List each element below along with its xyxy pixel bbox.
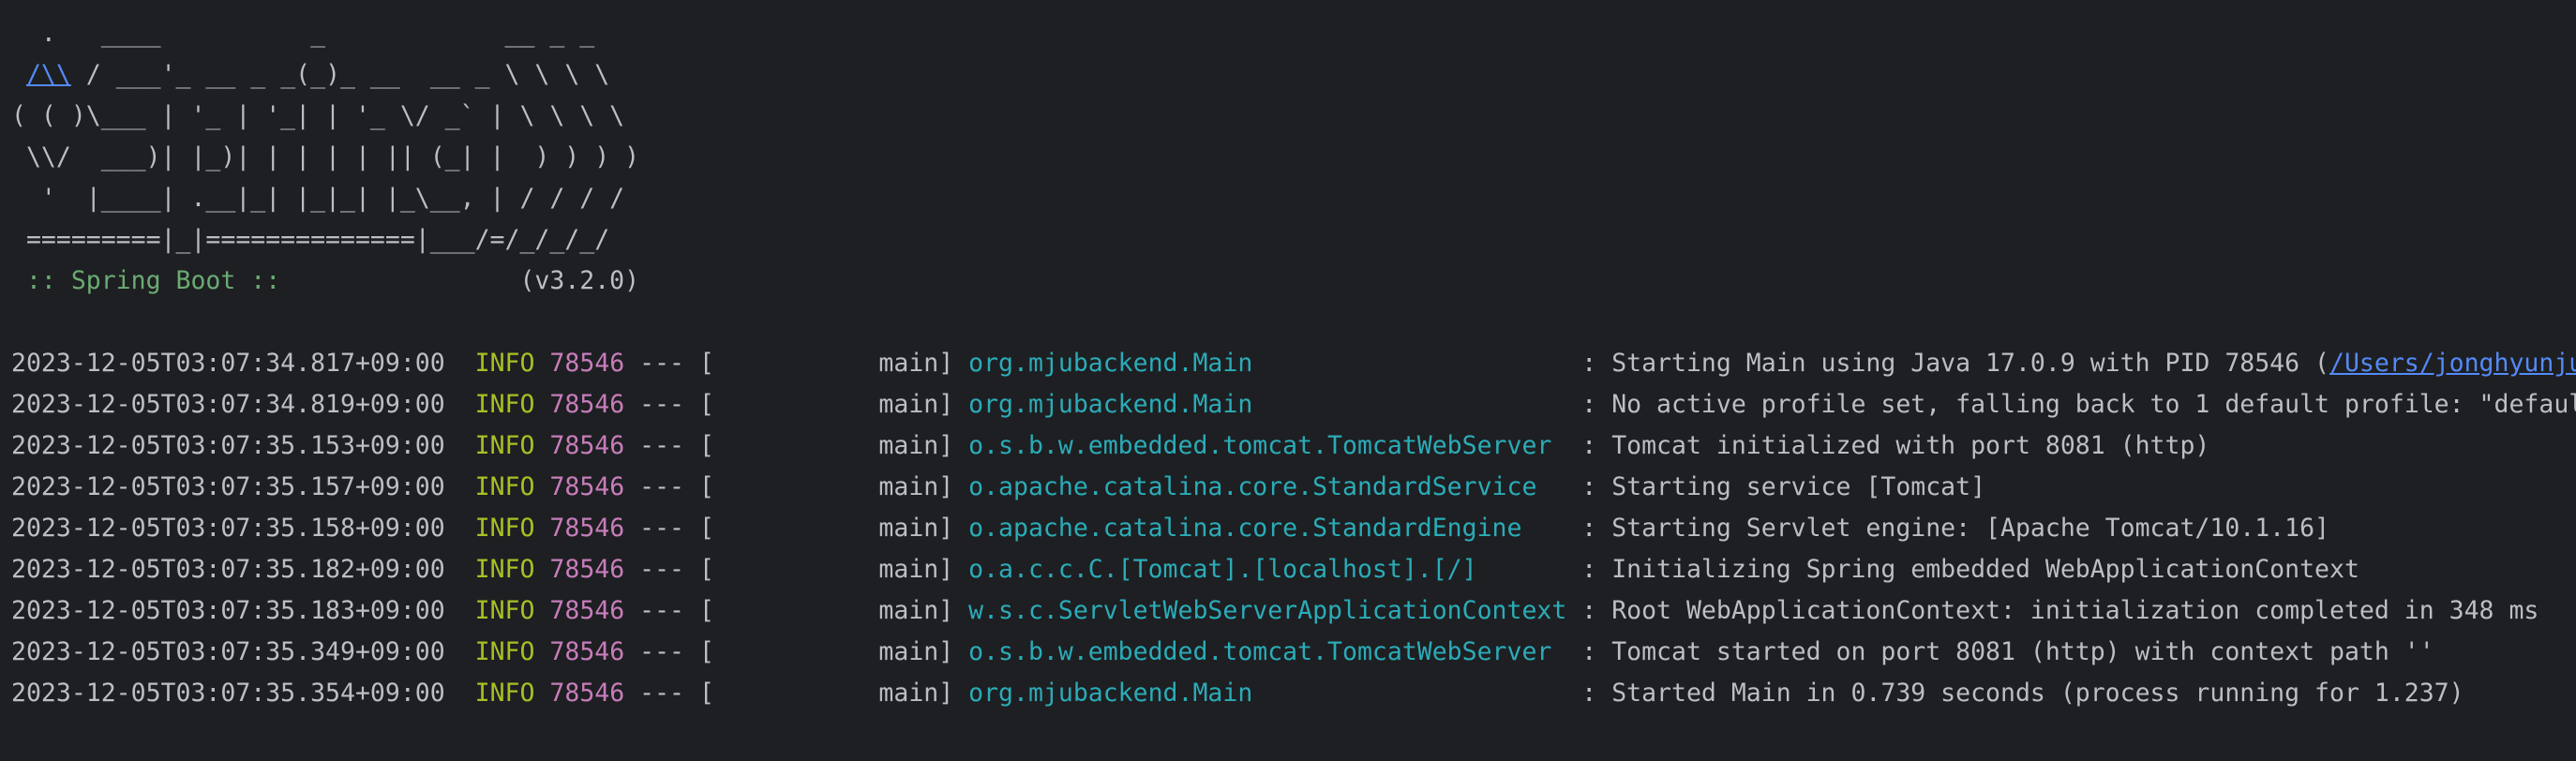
log-message: : Starting Servlet engine: [Apache Tomca… — [1566, 514, 2329, 543]
log-timestamp: 2023-12-05T03:07:34.817+09:00 — [11, 349, 445, 378]
log-timestamp: 2023-12-05T03:07:35.182+09:00 — [11, 555, 445, 584]
banner-line: /\\ / ___'_ __ _ _(_)_ __ __ _ \ \ \ \ — [11, 54, 609, 96]
log-line: 2023-12-05T03:07:35.157+09:00 INFO 78546… — [11, 467, 1985, 508]
spring-boot-version: (v3.2.0) — [295, 266, 640, 295]
log-message: : Tomcat initialized with port 8081 (htt… — [1566, 431, 2210, 460]
log-level: INFO — [474, 596, 535, 625]
log-message: : Root WebApplicationContext: initializa… — [1566, 596, 2539, 625]
banner-text: . ____ _ __ _ _ — [11, 19, 595, 48]
banner-text: =========|_|==============|___/=/_/_/_/ — [11, 225, 610, 254]
log-logger: org.mjubackend.Main — [968, 349, 1567, 378]
banner-text: ( ( )\___ | '_ | '_| | '_ \/ _` | \ \ \ … — [11, 101, 625, 130]
log-line: 2023-12-05T03:07:34.817+09:00 INFO 78546… — [11, 343, 2576, 384]
banner-line: \\/ ___)| |_)| | | | | || (_| | ) ) ) ) — [11, 137, 639, 178]
log-logger: o.s.b.w.embedded.tomcat.TomcatWebServer — [968, 431, 1567, 460]
log-line: 2023-12-05T03:07:35.182+09:00 INFO 78546… — [11, 549, 2359, 590]
log-pid: 78546 — [549, 349, 625, 378]
log-line: 2023-12-05T03:07:34.819+09:00 INFO 78546… — [11, 384, 2576, 425]
log-pid: 78546 — [549, 637, 625, 666]
log-logger: org.mjubackend.Main — [968, 679, 1567, 708]
log-line: 2023-12-05T03:07:35.158+09:00 INFO 78546… — [11, 508, 2329, 549]
banner-line: ' |____| .__|_| |_|_| |_\__, | / / / / — [11, 178, 624, 219]
log-line: 2023-12-05T03:07:35.354+09:00 INFO 78546… — [11, 673, 2464, 714]
log-level: INFO — [474, 679, 535, 708]
log-logger: o.s.b.w.embedded.tomcat.TomcatWebServer — [968, 637, 1567, 666]
banner-text: ' |____| .__|_| |_|_| |_\__, | / / / / — [11, 184, 625, 213]
banner-text: / ___'_ __ _ _(_)_ __ __ _ \ \ \ \ — [70, 60, 610, 89]
log-thread: --- [ main] — [624, 514, 969, 543]
log-thread: --- [ main] — [624, 390, 969, 419]
log-thread: --- [ main] — [624, 349, 969, 378]
log-line: 2023-12-05T03:07:35.349+09:00 INFO 78546… — [11, 632, 2434, 673]
spring-boot-version-line: :: Spring Boot :: (v3.2.0) — [11, 261, 639, 302]
log-line: 2023-12-05T03:07:35.153+09:00 INFO 78546… — [11, 425, 2209, 467]
log-level: INFO — [474, 349, 535, 378]
log-timestamp: 2023-12-05T03:07:35.349+09:00 — [11, 637, 445, 666]
log-thread: --- [ main] — [624, 637, 969, 666]
log-message: : Starting service [Tomcat] — [1566, 472, 1986, 501]
log-thread: --- [ main] — [624, 472, 969, 501]
spring-boot-label: :: Spring Boot :: — [11, 266, 296, 295]
banner-line: =========|_|==============|___/=/_/_/_/ — [11, 219, 609, 261]
log-line: 2023-12-05T03:07:35.183+09:00 INFO 78546… — [11, 590, 2539, 632]
log-timestamp: 2023-12-05T03:07:34.819+09:00 — [11, 390, 445, 419]
log-thread: --- [ main] — [624, 679, 969, 708]
log-level: INFO — [474, 390, 535, 419]
console-output: . ____ _ __ _ _ /\\ / ___'_ __ _ _(_)_ _… — [0, 0, 2576, 761]
log-message: : Starting Main using Java 17.0.9 with P… — [1566, 349, 2329, 378]
log-timestamp: 2023-12-05T03:07:35.158+09:00 — [11, 514, 445, 543]
log-timestamp: 2023-12-05T03:07:35.153+09:00 — [11, 431, 445, 460]
log-pid: 78546 — [549, 390, 625, 419]
log-message: : Initializing Spring embedded WebApplic… — [1566, 555, 2359, 584]
log-level: INFO — [474, 472, 535, 501]
log-pid: 78546 — [549, 596, 625, 625]
log-timestamp: 2023-12-05T03:07:35.183+09:00 — [11, 596, 445, 625]
banner-line: . ____ _ __ _ _ — [11, 13, 594, 54]
log-pid: 78546 — [549, 514, 625, 543]
log-message: : Tomcat started on port 8081 (http) wit… — [1566, 637, 2434, 666]
log-logger: o.apache.catalina.core.StandardService — [968, 472, 1567, 501]
banner-link[interactable]: /\\ — [26, 60, 71, 89]
log-timestamp: 2023-12-05T03:07:35.354+09:00 — [11, 679, 445, 708]
log-level: INFO — [474, 514, 535, 543]
log-logger: o.apache.catalina.core.StandardEngine — [968, 514, 1567, 543]
log-pid: 78546 — [549, 679, 625, 708]
log-pid: 78546 — [549, 431, 625, 460]
log-timestamp: 2023-12-05T03:07:35.157+09:00 — [11, 472, 445, 501]
log-level: INFO — [474, 637, 535, 666]
log-thread: --- [ main] — [624, 596, 969, 625]
log-thread: --- [ main] — [624, 431, 969, 460]
log-logger: org.mjubackend.Main — [968, 390, 1567, 419]
log-path-link[interactable]: /Users/jonghyunjung/ — [2329, 349, 2576, 378]
log-logger: w.s.c.ServletWebServerApplicationContext — [968, 596, 1567, 625]
banner-line: ( ( )\___ | '_ | '_| | '_ \/ _` | \ \ \ … — [11, 96, 624, 137]
log-message: : Started Main in 0.739 seconds (process… — [1566, 679, 2464, 708]
banner-text: \\/ ___)| |_)| | | | | || (_| | ) ) ) ) — [11, 142, 640, 172]
log-pid: 78546 — [549, 555, 625, 584]
log-thread: --- [ main] — [624, 555, 969, 584]
log-message: : No active profile set, falling back to… — [1566, 390, 2576, 419]
log-level: INFO — [474, 431, 535, 460]
log-level: INFO — [474, 555, 535, 584]
log-pid: 78546 — [549, 472, 625, 501]
log-logger: o.a.c.c.C.[Tomcat].[localhost].[/] — [968, 555, 1567, 584]
